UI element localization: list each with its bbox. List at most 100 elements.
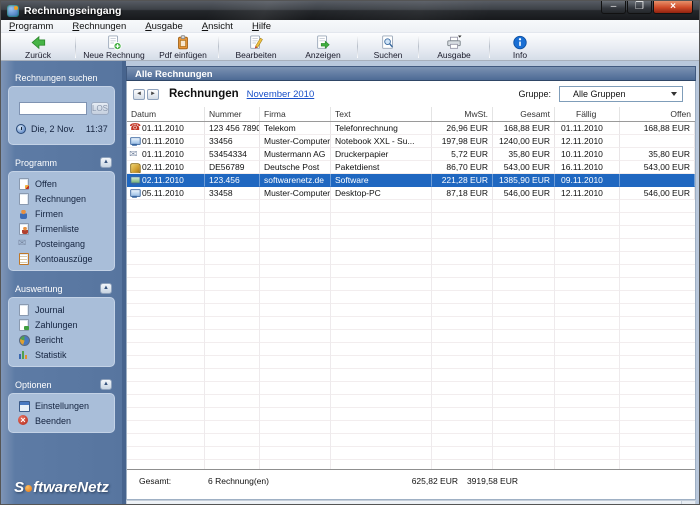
menu-ansicht[interactable]: Ansicht — [202, 21, 233, 32]
journal-icon — [18, 304, 29, 316]
bearbeiten-button[interactable]: Bearbeiten — [221, 33, 291, 60]
close-button[interactable]: × — [653, 1, 693, 14]
sidebar-item-firmenliste[interactable]: Firmenliste — [13, 221, 110, 236]
app-window: Rechnungseingang – ❐ × Programm Rechnung… — [0, 0, 700, 505]
view-document-icon — [317, 34, 330, 49]
menu-hilfe[interactable]: Hilfe — [252, 21, 271, 32]
nav-row: ◄ ► Rechnungen November 2010 Gruppe: All… — [127, 81, 695, 107]
los-button[interactable]: LOS — [91, 102, 110, 115]
table-row-selected[interactable]: 02.11.2010 123.456 softwarenetz.de Softw… — [127, 174, 695, 187]
sidebar-item-einstellungen[interactable]: Einstellungen — [13, 398, 110, 413]
toolbar-separator — [418, 35, 419, 58]
sidebar-item-rechnungen[interactable]: Rechnungen — [13, 191, 110, 206]
group-dropdown[interactable]: Alle Gruppen — [559, 86, 683, 102]
statistik-icon — [18, 349, 29, 360]
column-header-nummer[interactable]: Nummer — [205, 107, 260, 121]
main-area: Alle Rechnungen ◄ ► Rechnungen November … — [126, 61, 699, 504]
group-label: Gruppe: — [518, 89, 551, 99]
phone-icon — [129, 122, 141, 133]
firmen-icon — [18, 208, 29, 219]
sidebar: Rechnungen suchen LOS Die, 2 Nov. 11:37 … — [1, 61, 126, 504]
table-row[interactable]: 05.11.2010 33458 Muster-Computer Desktop… — [127, 187, 695, 200]
menu-programm[interactable]: Programm — [9, 21, 53, 32]
table-row[interactable]: 01.11.2010 33456 Muster-Computer Noteboo… — [127, 135, 695, 148]
toolbar-separator — [489, 35, 490, 58]
maximize-icon: ❐ — [635, 1, 644, 12]
collapse-icon[interactable]: ▲ — [100, 283, 112, 294]
sidebar-item-statistik[interactable]: Statistik — [13, 347, 110, 362]
sidebar-item-offen[interactable]: Offen — [13, 176, 110, 191]
info-circle-icon — [513, 35, 527, 49]
zurueck-button[interactable]: Zurück — [3, 33, 73, 60]
search-input[interactable] — [19, 102, 87, 115]
section-title-auswertung: Auswertung — [15, 283, 63, 294]
section-title-programm: Programm — [15, 157, 58, 168]
neue-rechnung-button[interactable]: Neue Rechnung — [78, 33, 150, 60]
current-time: 11:37 — [85, 124, 108, 134]
main-header: Alle Rechnungen — [126, 66, 696, 81]
close-icon: × — [670, 1, 676, 12]
maximize-button[interactable]: ❐ — [627, 1, 652, 14]
search-panel: LOS Die, 2 Nov. 11:37 — [8, 86, 115, 145]
column-header-text[interactable]: Text — [331, 107, 432, 121]
anzeigen-button[interactable]: Anzeigen — [291, 33, 355, 60]
sidebar-item-firmen[interactable]: Firmen — [13, 206, 110, 221]
minimize-icon: – — [610, 1, 617, 12]
search-magnifier-icon — [382, 34, 393, 49]
column-header-gesamt[interactable]: Gesamt — [493, 107, 555, 121]
menu-rechnungen[interactable]: Rechnungen — [72, 21, 126, 32]
offen-icon — [18, 178, 29, 190]
sidebar-item-zahlungen[interactable]: Zahlungen — [13, 317, 110, 332]
sidebar-item-bericht[interactable]: Bericht — [13, 332, 110, 347]
info-button[interactable]: Info — [492, 33, 548, 60]
table-row[interactable]: 02.11.2010 DE56789 Deutsche Post Paketdi… — [127, 161, 695, 174]
period-link[interactable]: November 2010 — [247, 89, 315, 100]
einstellungen-icon — [18, 400, 30, 412]
app-icon — [7, 4, 19, 17]
minimize-button[interactable]: – — [601, 1, 626, 14]
sidebar-item-journal[interactable]: Journal — [13, 302, 110, 317]
mail-icon — [129, 149, 139, 159]
column-header-firma[interactable]: Firma — [260, 107, 331, 121]
empty-rows-grid — [127, 200, 695, 469]
horizontal-scrollbar[interactable] — [126, 500, 696, 504]
column-header-faellig[interactable]: Fällig — [555, 107, 620, 121]
prev-month-button[interactable]: ◄ — [133, 88, 145, 100]
pdf-einfuegen-button[interactable]: Pdf einfügen — [150, 33, 216, 60]
column-header-datum[interactable]: Datum — [127, 107, 205, 121]
section-title-optionen: Optionen — [15, 379, 52, 390]
toolbar: Zurück Neue Rechnung Pdf einfügen Bearbe… — [1, 32, 699, 61]
software-icon — [129, 175, 141, 185]
toolbar-separator — [357, 35, 358, 58]
sidebar-item-posteingang[interactable]: Posteingang — [13, 236, 110, 251]
next-month-button[interactable]: ► — [147, 88, 159, 100]
current-date: Die, 2 Nov. — [31, 124, 75, 134]
logo-dot — [25, 485, 33, 492]
sidebar-item-beenden[interactable]: Beenden — [13, 413, 110, 428]
collapse-icon[interactable]: ▲ — [100, 379, 112, 390]
beenden-icon — [18, 415, 29, 426]
firmenliste-icon — [18, 223, 29, 235]
collapse-icon[interactable]: ▲ — [100, 157, 112, 168]
table-footer: Gesamt: 6 Rechnung(en) 625,82 EUR 3919,5… — [127, 469, 695, 499]
computer-icon — [129, 188, 141, 198]
menu-bar: Programm Rechnungen Ausgabe Ansicht Hilf… — [1, 20, 699, 32]
kontoauszuege-icon — [18, 253, 29, 265]
toolbar-separator — [218, 35, 219, 58]
title-bar: Rechnungseingang – ❐ × — [1, 1, 699, 20]
sidebar-item-kontoauszuege[interactable]: Kontoauszüge — [13, 251, 110, 266]
column-header-offen[interactable]: Offen — [620, 107, 695, 121]
suchen-button[interactable]: Suchen — [360, 33, 416, 60]
softwarenetz-logo: SftwareNetz — [14, 479, 109, 496]
list-title: Rechnungen — [169, 88, 239, 100]
table-row[interactable]: 01.11.2010 123 456 7890 Telekom Telefonr… — [127, 122, 695, 135]
window-title: Rechnungseingang — [24, 4, 122, 17]
new-document-icon — [108, 34, 122, 50]
menu-ausgabe[interactable]: Ausgabe — [145, 21, 183, 32]
auswertung-panel: Journal Zahlungen Bericht Statistik — [8, 297, 115, 367]
column-header-mwst[interactable]: MwSt. — [432, 107, 493, 121]
ausgabe-button[interactable]: Ausgabe — [421, 33, 487, 60]
bericht-icon — [18, 334, 30, 346]
edit-pencil-icon — [250, 34, 263, 49]
table-row[interactable]: 01.11.2010 53454334 Mustermann AG Drucke… — [127, 148, 695, 161]
